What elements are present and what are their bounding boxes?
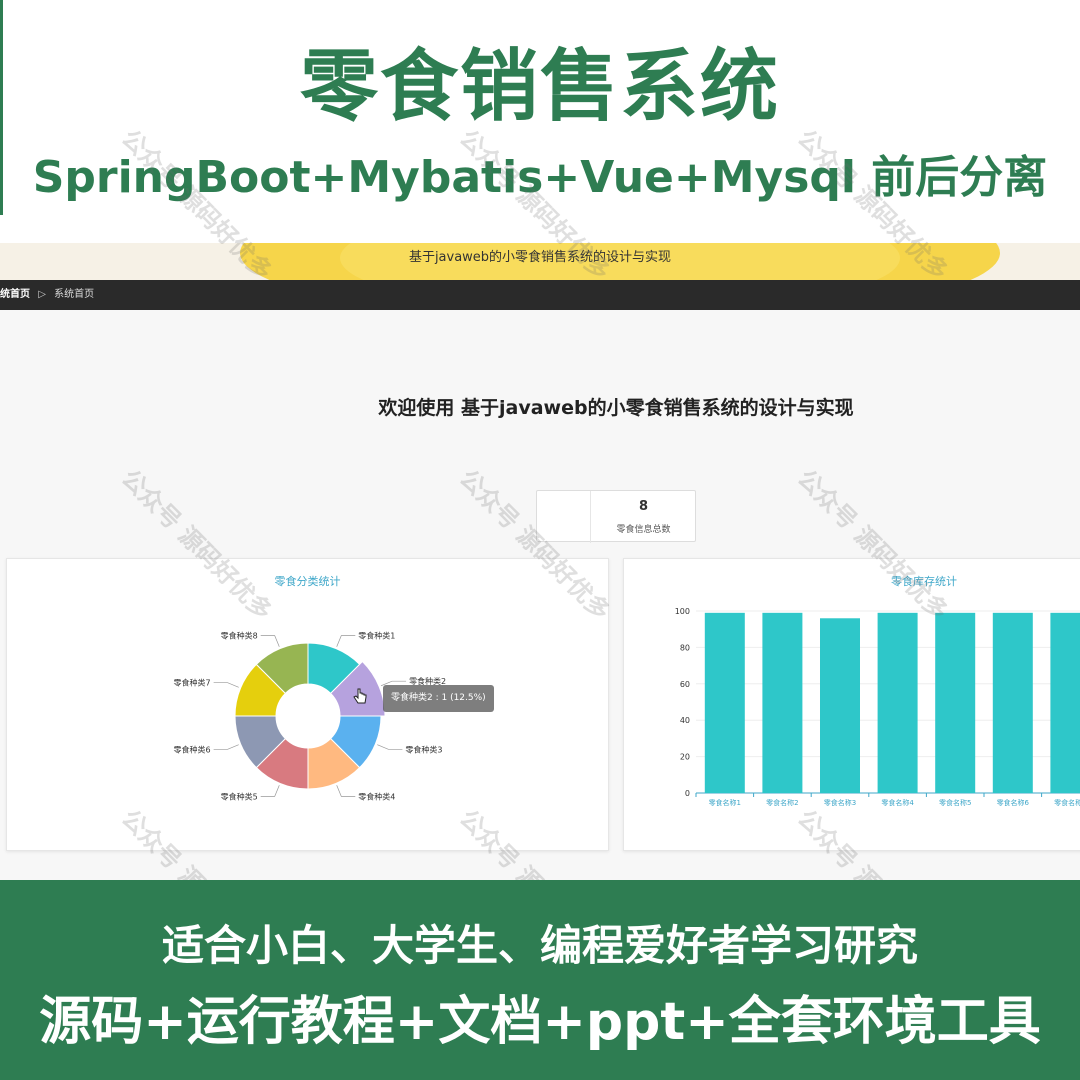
promo-audience-text: 适合小白、大学生、编程爱好者学习研究 [161,921,918,970]
bar[interactable] [762,612,803,793]
pie-label-line [260,635,280,647]
cursor-hand-icon [353,688,367,704]
app-screenshot: 基于javaweb的小零食销售系统的设计与实现 统首页 ▷ 系统首页 欢迎使用 … [0,243,1080,880]
pie-label: 零食种类3 [405,744,442,754]
breadcrumb-current: 系统首页 [54,289,95,300]
chart-tooltip: 零食种类2 : 1 (12.5%) [383,685,494,712]
promo-contents-text: 源码+运行教程+文档+ppt+全套环境工具 [39,992,1041,1052]
stock-chart-panel: 零食库存统计 0 20 40 60 80 100 零食名称1 零食名称2 零食名称3 零食名称4 零… [623,558,1080,851]
x-tick-label: 零食名称5 [939,798,971,807]
y-tick-label: 40 [680,716,690,725]
bar[interactable] [1050,612,1080,793]
bar[interactable] [704,612,745,793]
bar[interactable] [992,612,1033,793]
breadcrumb-separator-icon: ▷ [38,289,46,300]
promo-title: 零食销售系统 [299,42,780,132]
welcome-heading: 欢迎使用 基于javaweb的小零食销售系统的设计与实现 [378,397,854,419]
pie-label: 零食种类7 [174,678,211,688]
y-tick-label: 20 [680,753,690,762]
promo-subtitle: SpringBoot+Mybatis+Vue+Mysql 前后分离 [32,152,1048,203]
bar[interactable] [935,612,976,793]
pie-label: 零食种类1 [358,631,395,641]
bar[interactable] [877,612,918,793]
pie-label-line [213,682,239,688]
app-banner: 基于javaweb的小零食销售系统的设计与实现 [0,243,1080,280]
pie-label-line [260,785,280,797]
banner-title: 基于javaweb的小零食销售系统的设计与实现 [408,250,672,265]
x-tick-label: 零食名称3 [824,798,856,807]
pie-label-line [336,785,356,797]
pie-label: 零食种类5 [221,791,258,801]
promo-footer: 适合小白、大学生、编程爱好者学习研究 源码+运行教程+文档+ppt+全套环境工具 [0,880,1080,1080]
promo-header: 零食销售系统 SpringBoot+Mybatis+Vue+Mysql 前后分离 [0,0,1080,243]
bar-chart[interactable]: 0 20 40 60 80 100 零食名称1 零食名称2 零食名称3 零食名称4 零食名称5 零食名… [624,559,1080,852]
y-tick-label: 100 [675,607,690,616]
pie-label-line [377,744,403,750]
y-tick-label: 80 [680,643,690,652]
pie-chart[interactable]: 零食种类1零食种类2零食种类3零食种类4零食种类5零食种类6零食种类7零食种类8 [7,559,610,852]
x-tick-label: 零食名称7 [1054,798,1080,807]
y-tick-label: 0 [685,789,690,798]
x-tick-label: 零食名称2 [766,798,798,807]
pie-label: 零食种类4 [358,791,395,801]
stat-label: 零食信息总数 [616,525,671,535]
stat-card[interactable]: 8 零食信息总数 [536,490,696,543]
breadcrumb-home[interactable]: 统首页 [0,289,30,300]
y-tick-label: 60 [680,680,690,689]
bar[interactable] [820,618,860,793]
pie-label: 零食种类6 [174,744,211,754]
category-chart-panel: 零食分类统计 零食种类1 零食种类2 零食种类3 零食种类4 零食种类5 零食种类6 零食种… [6,558,609,851]
x-tick-label: 零食名称4 [881,798,914,807]
pie-label-line [336,635,356,647]
breadcrumb: 统首页 ▷ 系统首页 [0,280,1080,310]
stat-value: 8 [638,499,649,514]
pie-label: 零食种类8 [221,631,258,641]
pie-label-line [213,744,239,750]
x-tick-label: 零食名称6 [997,798,1030,807]
x-tick-label: 零食名称1 [709,798,741,807]
